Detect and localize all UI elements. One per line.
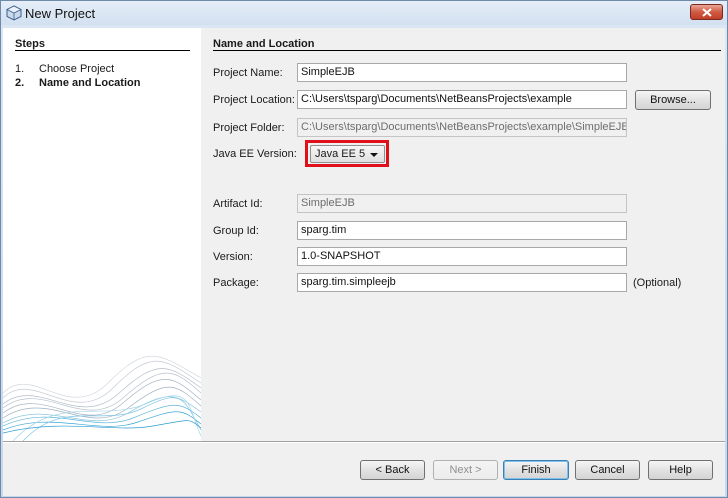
project-folder-field: C:\Users\tsparg\Documents\NetBeansProjec… [297,118,627,137]
package-field[interactable]: sparg.tim.simpleejb [297,273,627,292]
step-choose-project: 1. Choose Project [15,63,114,75]
steps-panel: Steps 1. Choose Project 2. Name and Locati… [3,28,201,441]
help-button[interactable]: Help [648,460,713,480]
new-project-dialog: New Project Steps 1. Choose Project 2. Nam… [0,0,728,498]
project-name-field[interactable]: SimpleEJB [297,63,627,82]
cancel-button[interactable]: Cancel [575,460,640,480]
project-name-label: Project Name: [213,67,283,79]
netbeans-cube-icon [6,5,22,21]
steps-title: Steps [15,38,45,50]
optional-hint: (Optional) [633,277,682,289]
project-location-label: Project Location: [213,94,295,106]
steps-divider [15,50,190,51]
java-ee-version-value: Java EE 5 [315,148,366,160]
close-icon [701,7,712,17]
step-number: 1. [15,63,25,75]
artifact-id-field: SimpleEJB [297,194,627,213]
step-label: Name and Location [39,77,141,89]
decorative-waves-graphic [3,355,201,441]
group-id-label: Group Id: [213,225,259,237]
close-button[interactable] [690,4,723,20]
java-ee-version-label: Java EE Version: [213,148,297,160]
window-title: New Project [25,6,96,21]
group-id-field[interactable]: sparg.tim [297,221,627,240]
section-title: Name and Location [213,38,315,50]
project-location-field[interactable]: C:\Users\tsparg\Documents\NetBeansProjec… [297,90,627,109]
footer-divider-highlight [3,442,725,443]
step-label: Choose Project [39,63,115,75]
section-divider [213,50,721,51]
finish-button[interactable]: Finish [503,460,569,480]
java-ee-version-select[interactable]: Java EE 5 [310,145,385,163]
next-button[interactable]: Next > [433,460,498,480]
dialog-body: Steps 1. Choose Project 2. Name and Locati… [3,28,725,496]
title-bar: New Project [1,1,727,25]
dropdown-arrow-icon [370,153,378,157]
package-label: Package: [213,277,259,289]
browse-button[interactable]: Browse... [635,90,711,110]
version-field[interactable]: 1.0-SNAPSHOT [297,247,627,266]
step-name-and-location: 2. Name and Location [15,77,140,89]
back-button[interactable]: < Back [360,460,425,480]
step-number: 2. [15,77,25,89]
button-bar: < Back Next > Finish Cancel Help [3,441,725,496]
project-folder-label: Project Folder: [213,122,285,134]
name-and-location-panel: Name and Location Project Name: SimpleEJ… [201,28,725,441]
artifact-id-label: Artifact Id: [213,198,263,210]
version-label: Version: [213,251,253,263]
